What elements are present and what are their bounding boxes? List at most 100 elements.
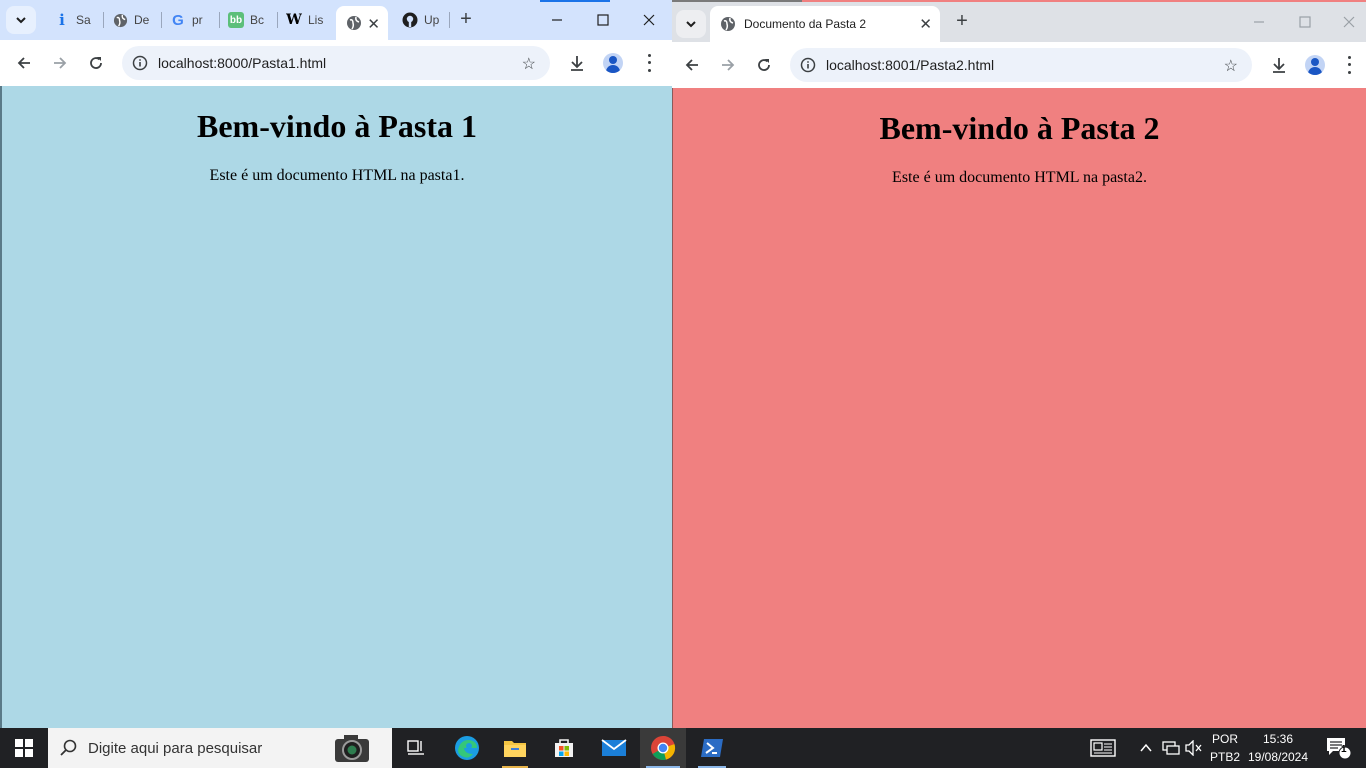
clock-date: 19/08/2024: [1247, 750, 1309, 764]
windows-taskbar: Digite aqui para pesquisar POR PTB2 15:3…: [0, 728, 1366, 768]
tab-label: pr: [192, 13, 203, 27]
reload-button[interactable]: [752, 53, 776, 77]
maximize-icon: [597, 14, 609, 26]
close-window-button[interactable]: [626, 0, 672, 40]
tab-search-button[interactable]: [676, 10, 706, 38]
minimize-button[interactable]: [534, 0, 580, 40]
address-bar[interactable]: localhost:8000/Pasta1.html ☆: [122, 46, 550, 80]
chevron-down-icon: [16, 17, 26, 24]
tab-label: Bc: [250, 13, 265, 27]
forward-button[interactable]: [716, 53, 740, 77]
bookmark-star-icon[interactable]: ☆: [522, 54, 536, 74]
globe-icon: [112, 12, 128, 28]
address-bar[interactable]: localhost:8001/Pasta2.html ☆: [790, 48, 1252, 82]
close-window-button[interactable]: [1326, 2, 1366, 42]
globe-icon: [347, 16, 361, 30]
maximize-button[interactable]: [580, 0, 626, 40]
tab-7[interactable]: Up: [394, 8, 450, 32]
tab-5[interactable]: W Lis: [278, 8, 336, 32]
page-heading: Bem-vindo à Pasta 1: [197, 108, 477, 144]
reload-icon: [90, 57, 102, 69]
browser-window-right: Documento da Pasta 2 ✕ + localhost:8001/…: [672, 0, 1366, 728]
back-button[interactable]: [12, 51, 36, 75]
back-arrow-icon: [685, 59, 698, 71]
notification-count: 1: [1341, 744, 1347, 755]
maximize-button[interactable]: [1282, 2, 1328, 42]
site-info-icon[interactable]: [800, 57, 816, 73]
download-icon: [1273, 58, 1285, 73]
menu-kebab-icon[interactable]: [1346, 54, 1352, 76]
tab-1[interactable]: i Sa: [46, 8, 104, 32]
info-favicon-icon: i: [59, 11, 65, 29]
clock-time: 15:36: [1262, 732, 1294, 746]
forward-button[interactable]: [48, 51, 72, 75]
volume-button[interactable]: [1184, 728, 1204, 768]
edge-icon: [455, 736, 479, 760]
mail-taskbar-button[interactable]: [592, 728, 636, 768]
folder-icon: [504, 741, 526, 757]
profile-avatar[interactable]: [1305, 55, 1325, 75]
site-info-icon[interactable]: [132, 55, 148, 71]
downloads-button[interactable]: [1267, 53, 1291, 77]
globe-icon: [721, 17, 735, 31]
minimize-icon: [1254, 21, 1264, 23]
store-taskbar-button[interactable]: [542, 728, 586, 768]
window-top-edge: [672, 0, 802, 2]
back-arrow-icon: [17, 57, 30, 69]
news-widget-button[interactable]: [1086, 728, 1120, 768]
reload-icon: [758, 59, 770, 71]
new-tab-button[interactable]: +: [950, 10, 974, 34]
notification-icon: [1327, 738, 1351, 760]
google-icon: G: [172, 11, 184, 29]
minimize-button[interactable]: [1236, 2, 1282, 42]
search-placeholder: Digite aqui para pesquisar: [88, 739, 263, 757]
forward-arrow-icon: [54, 57, 67, 69]
url-text: localhost:8001/Pasta2.html: [826, 57, 995, 73]
new-tab-button[interactable]: +: [454, 8, 478, 32]
tab-2[interactable]: De: [104, 8, 162, 32]
edge-taskbar-button[interactable]: [446, 728, 488, 768]
network-icon: [1162, 741, 1180, 755]
show-hidden-icons-button[interactable]: [1136, 728, 1156, 768]
store-icon: [555, 739, 573, 757]
search-icon: [60, 739, 77, 756]
clock[interactable]: 15:36 19/08/2024: [1244, 732, 1312, 764]
close-tab-icon[interactable]: ✕: [919, 15, 932, 33]
wikipedia-icon: W: [286, 12, 302, 28]
tab-active[interactable]: Documento da Pasta 2 ✕: [710, 6, 940, 42]
camera-icon: [335, 735, 369, 762]
menu-kebab-icon[interactable]: [646, 52, 652, 74]
tab-3[interactable]: G pr: [162, 8, 220, 32]
notifications-button[interactable]: 1: [1318, 728, 1358, 768]
tab-active[interactable]: ✕: [336, 6, 388, 40]
task-view-button[interactable]: [400, 728, 432, 768]
network-button[interactable]: [1160, 728, 1182, 768]
task-view-icon: [407, 740, 424, 755]
minimize-icon: [552, 19, 562, 21]
file-explorer-taskbar-button[interactable]: [494, 728, 536, 768]
powershell-icon: [701, 739, 723, 757]
reload-button[interactable]: [84, 51, 108, 75]
profile-avatar[interactable]: [603, 53, 623, 73]
language-indicator[interactable]: POR PTB2: [1206, 732, 1244, 764]
chrome-taskbar-button[interactable]: [640, 728, 686, 768]
download-icon: [571, 56, 583, 71]
tab-search-button[interactable]: [6, 6, 36, 34]
close-tab-icon[interactable]: ✕: [367, 15, 380, 33]
language-code: POR: [1211, 732, 1238, 746]
powershell-taskbar-button[interactable]: [690, 728, 734, 768]
downloads-button[interactable]: [565, 51, 589, 75]
page-heading: Bem-vindo à Pasta 2: [879, 110, 1160, 146]
back-button[interactable]: [680, 53, 704, 77]
browser-window-left: i Sa De G pr bb Bc W Lis ✕ Up + localhos…: [0, 0, 672, 728]
news-icon: [1090, 739, 1116, 757]
forward-arrow-icon: [722, 59, 735, 71]
page-content: Bem-vindo à Pasta 2 Este é um documento …: [672, 88, 1366, 728]
tab-4[interactable]: bb Bc: [220, 8, 278, 32]
start-button[interactable]: [0, 728, 48, 768]
browser-toolbar: localhost:8000/Pasta1.html ☆: [0, 40, 672, 86]
bookmark-star-icon[interactable]: ☆: [1224, 56, 1238, 76]
page-paragraph: Este é um documento HTML na pasta2.: [892, 169, 1147, 186]
tab-label: Lis: [308, 13, 324, 27]
taskbar-search[interactable]: Digite aqui para pesquisar: [48, 728, 392, 768]
